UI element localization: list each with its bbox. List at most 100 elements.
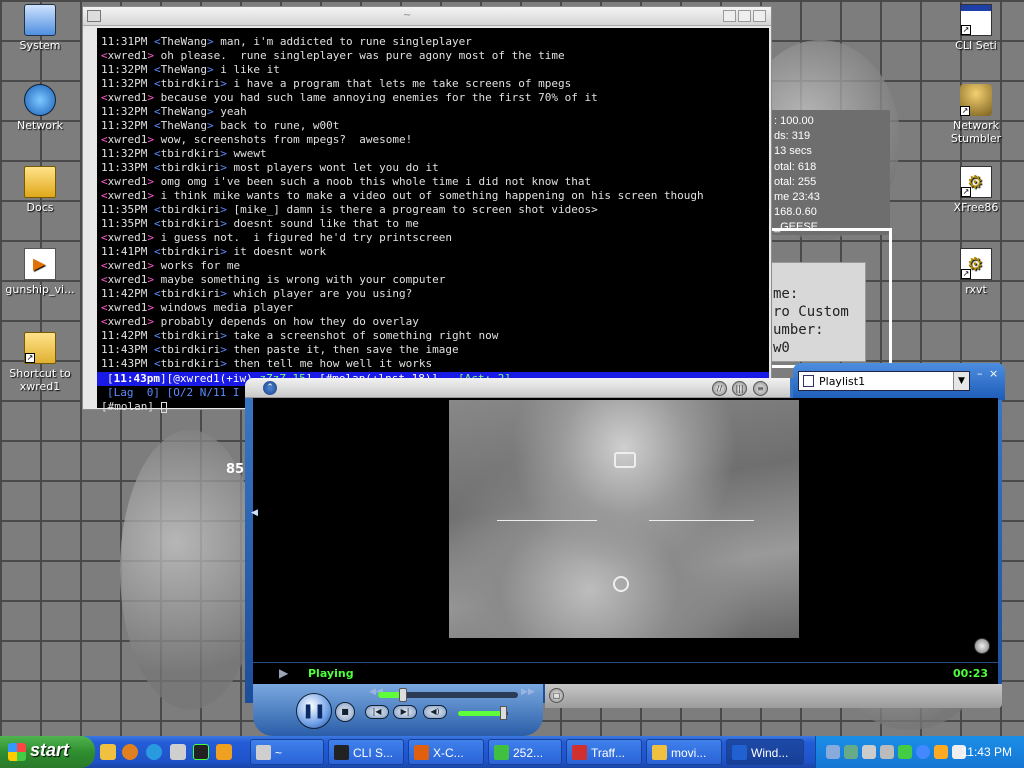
- video-area[interactable]: ◀: [251, 398, 998, 662]
- minimize-icon[interactable]: –: [977, 368, 987, 379]
- seek-bar[interactable]: [378, 688, 518, 702]
- chat-nick: <xwred1>: [101, 133, 161, 146]
- chat-timestamp: 11:35PM: [101, 203, 154, 216]
- chat-nick: <tbirdkiri>: [153, 287, 234, 300]
- chat-nick: <tbirdkiri>: [153, 161, 234, 174]
- desktop-icon-network[interactable]: Network: [0, 84, 80, 132]
- chat-message: maybe something is wrong with your compu…: [160, 273, 446, 286]
- next-button[interactable]: ▶|: [393, 705, 417, 719]
- background-info-line: otal: 618: [774, 160, 817, 173]
- media-player-window[interactable]: ⌃ // ||| ≡ Playlist1 ▼ – × ◀ ▶ Playing 0…: [245, 363, 1005, 743]
- chat-message: works for me: [160, 259, 241, 272]
- volume-thumb[interactable]: [500, 706, 507, 720]
- background-info-line: otal: 255: [774, 175, 817, 188]
- taskbar-button-label: Wind...: [751, 746, 789, 760]
- desktop-icon-label: CLI Seti: [955, 39, 997, 52]
- maximize-button[interactable]: [738, 10, 751, 22]
- terminal-window[interactable]: ~ 11:31PM <TheWang> man, i'm addicted to…: [82, 6, 772, 413]
- taskbar-button[interactable]: CLI S...: [328, 739, 404, 765]
- tray-network-icon[interactable]: [826, 745, 840, 759]
- taskbar-button[interactable]: ~: [250, 739, 324, 765]
- desktop-icon-gunship-vi-[interactable]: gunship_vi...: [0, 248, 80, 296]
- desktop-icon-network-stumbler[interactable]: ↗ Network Stumbler: [936, 84, 1016, 145]
- playlist-select[interactable]: Playlist1 ▼: [798, 371, 970, 391]
- tray-speaker-icon[interactable]: [862, 745, 876, 759]
- window-menu-icon[interactable]: [87, 10, 101, 22]
- chat-nick: <tbirdkiri>: [153, 77, 234, 90]
- quicklaunch-browser-icon[interactable]: [146, 744, 162, 760]
- previous-button[interactable]: |◀: [365, 705, 389, 719]
- pause-button[interactable]: ❚❚: [296, 693, 332, 729]
- chat-nick: <tbirdkiri>: [153, 329, 234, 342]
- taskbar-button-label: 252...: [513, 746, 544, 760]
- app-icon: [256, 745, 271, 760]
- equalizer-button[interactable]: |||: [732, 381, 747, 396]
- tray-update-icon[interactable]: [916, 745, 930, 759]
- minimize-button[interactable]: [723, 10, 736, 22]
- close-button[interactable]: [753, 10, 766, 22]
- taskbar-button[interactable]: Traff...: [566, 739, 642, 765]
- seek-thumb[interactable]: [399, 688, 408, 702]
- stop-button[interactable]: ■: [335, 702, 355, 722]
- quicklaunch-explorer-icon[interactable]: [100, 744, 116, 760]
- chat-message: then paste it, then save the image: [233, 343, 459, 356]
- tray-shield-icon[interactable]: [880, 745, 894, 759]
- taskbar-button-label: Traff...: [591, 746, 626, 760]
- start-button[interactable]: start: [0, 736, 95, 768]
- desktop-icon-docs[interactable]: Docs: [0, 166, 80, 214]
- taskbar-button[interactable]: X-C...: [408, 739, 484, 765]
- player-status-bar: ▶ Playing 00:23: [253, 662, 998, 684]
- chat-nick: <tbirdkiri>: [153, 147, 234, 160]
- transport-controls: ◀◀ ▶▶ ❚❚ ■ |◀ ▶| ◀): [253, 684, 543, 736]
- chat-message: which player are you using?: [233, 287, 413, 300]
- chevron-down-icon[interactable]: ▼: [953, 372, 969, 390]
- taskbar-button-label: movi...: [671, 746, 707, 760]
- quicklaunch-mail-icon[interactable]: [170, 744, 186, 760]
- tray-tool-icon[interactable]: [934, 745, 948, 759]
- desktop-icon-xfree86[interactable]: ↗ XFree86: [936, 166, 1016, 214]
- taskbar-button[interactable]: Wind...: [726, 739, 804, 765]
- chat-nick: <tbirdkiri>: [153, 245, 234, 258]
- fullscreen-button[interactable]: [974, 638, 990, 654]
- quicklaunch-tool-icon[interactable]: [216, 744, 232, 760]
- tray-app-icon[interactable]: [898, 745, 912, 759]
- chat-timestamp: 11:33PM: [101, 161, 154, 174]
- playlist-toggle-button[interactable]: ≡: [753, 381, 768, 396]
- hud-crosshair-left: [497, 520, 597, 521]
- taskbar-clock[interactable]: 11:43 PM: [962, 745, 1012, 759]
- volume-slider[interactable]: [458, 706, 508, 720]
- quicklaunch-media-icon[interactable]: [122, 744, 138, 760]
- chat-line: 11:32PM <tbirdkiri> i have a program tha…: [101, 77, 769, 91]
- desktop-icon-cli-seti[interactable]: ↗ CLI Seti: [936, 4, 1016, 52]
- app-icon: [414, 745, 429, 760]
- chat-timestamp: 11:42PM: [101, 287, 154, 300]
- chat-nick: <tbirdkiri>: [153, 357, 234, 370]
- close-icon[interactable]: ×: [989, 368, 1000, 380]
- compact-mode-button[interactable]: ▢: [549, 688, 564, 703]
- terminal-titlebar[interactable]: ~: [83, 7, 771, 26]
- chat-nick: <xwred1>: [101, 231, 161, 244]
- background-number: 85: [226, 462, 245, 477]
- skin-mode-button[interactable]: //: [712, 381, 727, 396]
- mute-button[interactable]: ◀): [423, 705, 447, 719]
- background-info-line: ds: 319: [774, 130, 811, 143]
- tray-monitor-icon[interactable]: [844, 745, 858, 759]
- player-titlebar[interactable]: ⌃ // ||| ≡: [245, 378, 790, 398]
- app-icon: [732, 745, 747, 760]
- taskbar-button[interactable]: 252...: [488, 739, 562, 765]
- chat-timestamp: 11:32PM: [101, 119, 154, 132]
- irc-console[interactable]: 11:31PM <TheWang> man, i'm addicted to r…: [97, 28, 769, 413]
- chat-line: 11:41PM <tbirdkiri> it doesnt work: [101, 245, 769, 259]
- desktop-icon-shortcut-to-xwred1[interactable]: ↗ Shortcut to xwred1: [0, 332, 80, 393]
- gear-icon: ↗: [960, 166, 992, 198]
- player-menu-icon[interactable]: ⌃: [263, 381, 277, 395]
- chevron-left-icon[interactable]: ◀: [251, 508, 258, 518]
- desktop-icon-system[interactable]: System: [0, 4, 80, 52]
- chat-message: wow, screenshots from mpegs? awesome!: [160, 133, 413, 146]
- desktop-icon-rxvt[interactable]: ↗ rxvt: [936, 248, 1016, 296]
- quicklaunch-terminal-icon[interactable]: [193, 744, 209, 760]
- chat-message: doesnt sound like that to me: [233, 217, 419, 230]
- taskbar-button[interactable]: movi...: [646, 739, 722, 765]
- chat-line: 11:31PM <TheWang> man, i'm addicted to r…: [101, 35, 769, 49]
- chat-nick: <TheWang>: [153, 35, 221, 48]
